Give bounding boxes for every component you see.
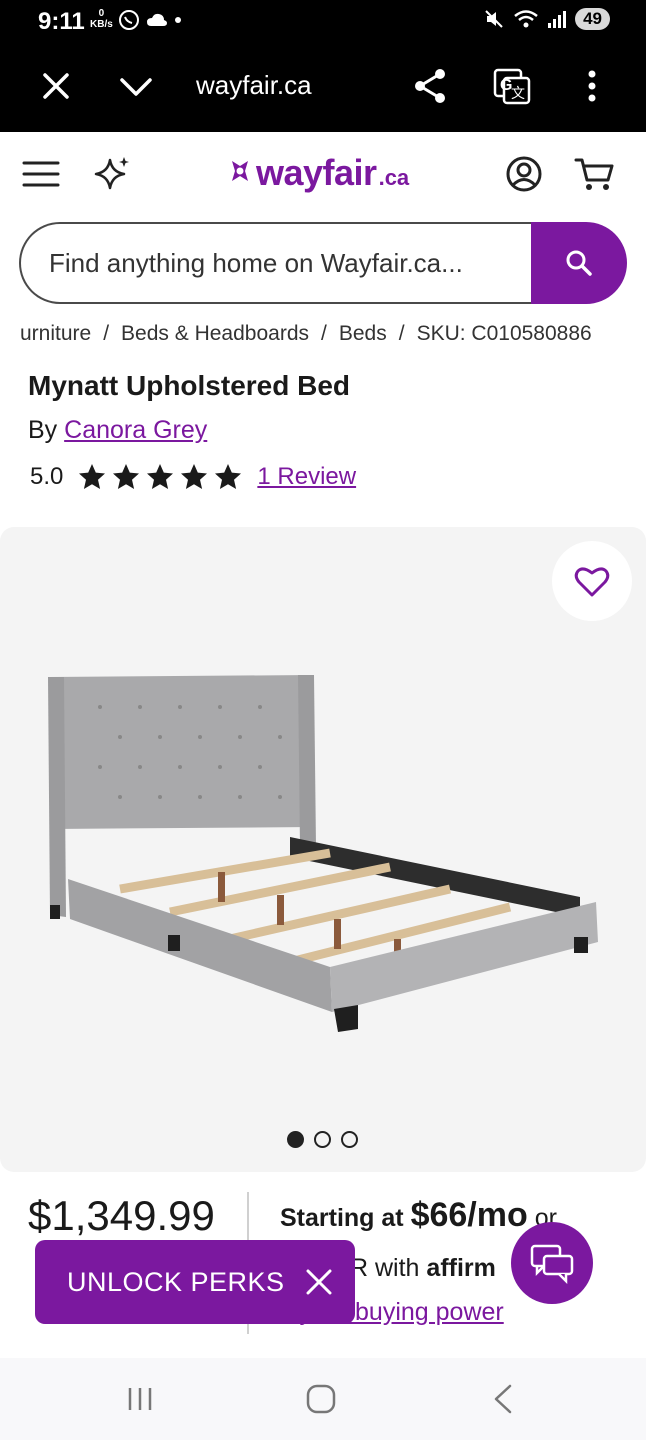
- breadcrumb-separator: /: [321, 322, 327, 345]
- rating-value: 5.0: [30, 463, 64, 490]
- product-image-bed: [48, 675, 598, 1032]
- monthly-price: $66/mo: [410, 1196, 528, 1234]
- back-icon[interactable]: [488, 1382, 518, 1416]
- wifi-icon: [514, 10, 538, 28]
- brand-line: By Canora Grey: [28, 416, 207, 445]
- pagination-dot[interactable]: [287, 1131, 304, 1148]
- product-title: Mynatt Upholstered Bed: [28, 370, 351, 401]
- cart-icon[interactable]: [574, 154, 616, 194]
- breadcrumb-item[interactable]: Beds: [339, 322, 387, 346]
- breadcrumb-item[interactable]: Beds & Headboards: [121, 322, 309, 346]
- star-icon: [215, 464, 242, 489]
- apr-text: R with: [350, 1254, 420, 1282]
- breadcrumb: urniture / Beds & Headboards / Beds / SK…: [20, 322, 592, 346]
- browser-toolbar: wayfair.ca G文: [0, 44, 646, 132]
- starting-at-label: Starting at: [280, 1204, 404, 1232]
- net-speed-unit: KB/s: [90, 19, 113, 30]
- svg-text:文: 文: [511, 85, 525, 101]
- net-speed: 0 KB/s: [90, 8, 113, 30]
- logo-suffix: .ca: [378, 165, 410, 190]
- unlock-perks-button[interactable]: UNLOCK PERKS: [35, 1240, 355, 1324]
- whatsapp-icon: [119, 10, 139, 30]
- reviews-link[interactable]: 1 Review: [257, 463, 356, 491]
- chat-button[interactable]: [511, 1222, 593, 1304]
- chat-icon: [530, 1244, 574, 1284]
- affirm-logo: affirm: [426, 1254, 496, 1282]
- affirm-line: R with affirm: [350, 1254, 496, 1283]
- breadcrumb-separator: /: [103, 322, 110, 345]
- image-pagination: [287, 1131, 358, 1148]
- star-icon: [181, 464, 208, 489]
- pagination-dot[interactable]: [341, 1131, 358, 1148]
- search-bar: [19, 222, 627, 304]
- rating-row: 5.0 1 Review: [30, 462, 356, 492]
- recent-apps-icon[interactable]: [125, 1384, 155, 1414]
- sparkle-icon[interactable]: [92, 154, 132, 194]
- cloud-icon: [147, 13, 167, 26]
- site-header: wayfair .ca: [0, 132, 646, 220]
- product-image-gallery[interactable]: [0, 527, 646, 1172]
- star-icon: [147, 464, 174, 489]
- translate-icon[interactable]: G文: [492, 66, 532, 106]
- more-vertical-icon[interactable]: [574, 66, 610, 106]
- breadcrumb-separator: /: [398, 322, 405, 345]
- url-field[interactable]: wayfair.ca: [196, 70, 312, 101]
- status-time: 9:11: [38, 8, 85, 35]
- close-icon[interactable]: [36, 66, 76, 106]
- pagination-dot[interactable]: [314, 1131, 331, 1148]
- wayfair-logo[interactable]: wayfair .ca: [226, 152, 409, 194]
- rating-stars: [77, 462, 243, 492]
- logo-pinwheel-icon: [232, 161, 248, 181]
- signal-icon: [548, 11, 567, 28]
- financing-line: Starting at $66/mo or: [280, 1196, 557, 1235]
- search-button[interactable]: [531, 222, 627, 304]
- search-input[interactable]: [19, 222, 549, 304]
- brand-link[interactable]: Canora Grey: [64, 416, 207, 444]
- menu-icon[interactable]: [22, 158, 60, 190]
- net-speed-value: 0: [98, 8, 105, 19]
- logo-word: wayfair: [256, 152, 377, 193]
- chevron-down-icon[interactable]: [116, 66, 156, 106]
- notification-dot-icon: [175, 17, 181, 23]
- system-nav-bar: [0, 1358, 646, 1440]
- heart-icon: [574, 567, 610, 597]
- product-price: $1,349.99: [28, 1192, 215, 1239]
- status-bar: 9:11 0 KB/s 49: [0, 0, 646, 44]
- share-icon[interactable]: [410, 66, 450, 106]
- star-icon: [113, 464, 140, 489]
- close-icon[interactable]: [303, 1266, 335, 1298]
- unlock-perks-label: UNLOCK PERKS: [67, 1266, 285, 1297]
- star-icon: [79, 464, 106, 489]
- home-icon[interactable]: [304, 1382, 338, 1416]
- breadcrumb-sku: SKU: C010580886: [416, 322, 592, 345]
- account-icon[interactable]: [504, 154, 544, 194]
- favorite-button[interactable]: [552, 541, 632, 621]
- mute-icon: [485, 10, 503, 28]
- battery-level: 49: [575, 8, 610, 30]
- breadcrumb-item[interactable]: urniture: [20, 322, 91, 346]
- brand-prefix: By: [28, 416, 58, 444]
- search-icon: [566, 250, 592, 276]
